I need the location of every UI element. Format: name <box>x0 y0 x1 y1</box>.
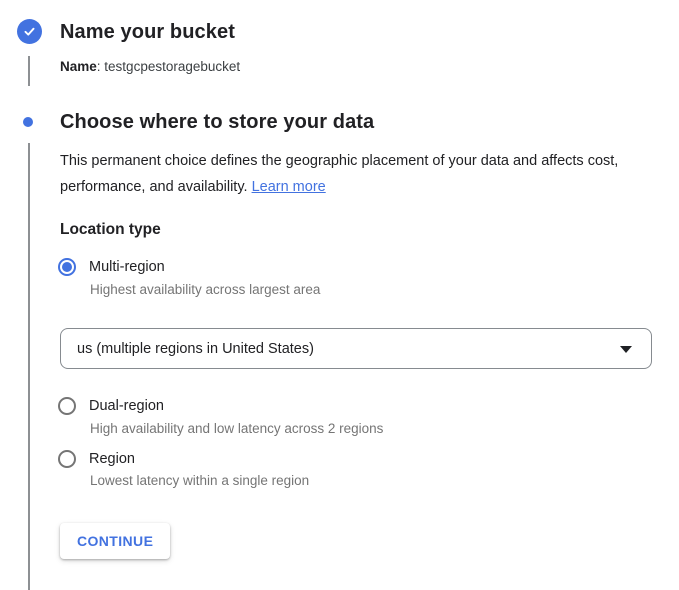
radio-unselected-icon[interactable] <box>58 397 76 415</box>
region-select[interactable]: us (multiple regions in United States) <box>60 328 652 369</box>
radio-option-dual-region[interactable]: Dual-region <box>58 397 164 415</box>
radio-option-label: Multi-region <box>89 259 165 275</box>
step1-title[interactable]: Name your bucket <box>60 21 235 44</box>
radio-option-label: Region <box>89 451 135 467</box>
bucket-name-summary: Name: testgcpestoragebucket <box>60 59 240 74</box>
radio-option-description: Highest availability across largest area <box>90 282 320 297</box>
bucket-name-label: Name <box>60 59 97 74</box>
radio-option-label: Dual-region <box>89 398 164 414</box>
location-type-heading: Location type <box>60 221 161 239</box>
check-icon <box>22 24 37 39</box>
stepper-connector <box>28 56 30 86</box>
step1-check-circle-icon[interactable] <box>17 19 42 44</box>
radio-option-region[interactable]: Region <box>58 450 135 468</box>
step2-title[interactable]: Choose where to store your data <box>60 111 374 134</box>
create-bucket-wizard: Name your bucket Name: testgcpestoragebu… <box>0 0 679 590</box>
learn-more-link[interactable]: Learn more <box>252 179 326 195</box>
radio-unselected-icon[interactable] <box>58 450 76 468</box>
step2-active-dot-icon <box>23 117 33 127</box>
bucket-name-value: testgcpestoragebucket <box>104 59 240 74</box>
continue-button[interactable]: CONTINUE <box>60 523 170 559</box>
radio-selected-icon[interactable] <box>58 258 76 276</box>
radio-option-description: High availability and low latency across… <box>90 421 383 436</box>
caret-down-icon <box>620 346 632 353</box>
region-select-value: us (multiple regions in United States) <box>77 341 314 357</box>
radio-option-multi-region[interactable]: Multi-region <box>58 258 165 276</box>
radio-option-description: Lowest latency within a single region <box>90 473 309 488</box>
stepper-connector <box>28 143 30 590</box>
step2-description: This permanent choice defines the geogra… <box>60 148 620 200</box>
